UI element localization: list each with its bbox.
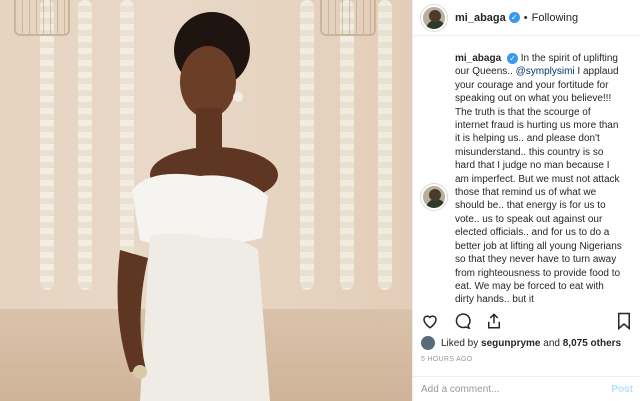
verified-icon: ✓ xyxy=(506,53,518,64)
post-timestamp[interactable]: 5 HOURS AGO xyxy=(421,356,473,363)
caption-username[interactable]: mi_abaga xyxy=(455,53,501,64)
mention-link[interactable]: @symplysimi xyxy=(516,66,575,77)
likes-summary: Liked by segunpryme and 8,075 others xyxy=(421,336,621,350)
likes-prefix: Liked by xyxy=(441,337,479,349)
post-button[interactable]: Post xyxy=(611,384,633,395)
caption: mi_abaga ✓ In the spirit of uplifting ou… xyxy=(421,52,631,304)
liker-avatar[interactable] xyxy=(421,336,435,350)
post-header: mi_abaga ✓ • Following xyxy=(413,0,640,36)
caption-text: mi_abaga ✓ In the spirit of uplifting ou… xyxy=(455,52,625,304)
separator-dot: • xyxy=(523,11,528,24)
post-image[interactable] xyxy=(0,0,412,401)
bookmark-icon[interactable] xyxy=(615,312,633,330)
liked-by-user[interactable]: segunpryme xyxy=(481,338,540,349)
comment-form: Add a comment... Post xyxy=(413,376,640,401)
caption-body: I applaud your courage and your fortitud… xyxy=(455,66,622,304)
avatar[interactable] xyxy=(421,4,447,31)
username-link[interactable]: mi_abaga xyxy=(455,12,506,24)
comment-icon[interactable] xyxy=(453,312,471,330)
comment-input[interactable]: Add a comment... xyxy=(421,384,499,395)
likes-and: and xyxy=(543,337,560,349)
post-sidebar: mi_abaga ✓ • Following mi_abaga ✓ In the… xyxy=(412,0,640,401)
heart-icon[interactable] xyxy=(421,312,439,330)
likes-count[interactable]: 8,075 others xyxy=(563,338,621,349)
woman-figure xyxy=(117,12,278,401)
share-icon[interactable] xyxy=(485,312,503,330)
verified-icon: ✓ xyxy=(508,12,520,23)
action-bar xyxy=(421,310,635,332)
following-button[interactable]: Following xyxy=(532,12,578,24)
caption-avatar[interactable] xyxy=(421,184,447,210)
